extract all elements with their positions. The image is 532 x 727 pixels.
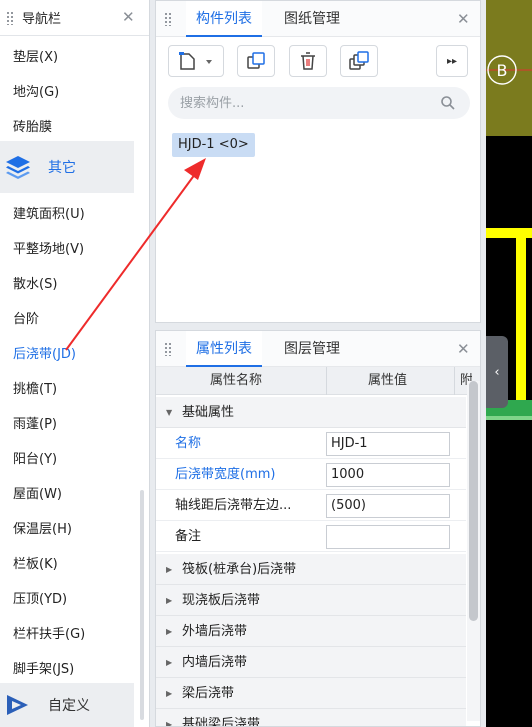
property-name: 备注 bbox=[175, 529, 202, 544]
navigation-panel: 导航栏 ✕ 垫层(X) 地沟(G) 砖胎膜 其它 建筑面积(U) 平整场地(V)… bbox=[0, 0, 150, 727]
property-value-input[interactable]: (500) bbox=[326, 494, 450, 518]
nav-item-eave[interactable]: 挑檐(T) bbox=[13, 378, 57, 397]
drag-grip-icon[interactable] bbox=[164, 342, 172, 356]
property-row-remark: 备注 bbox=[156, 521, 466, 552]
nav-group-custom-label: 自定义 bbox=[48, 698, 90, 714]
section-slab-post-pour[interactable]: ▶ 现浇板后浇带 bbox=[156, 585, 466, 616]
section-label: 基础梁后浇带 bbox=[182, 717, 261, 727]
duplicate-layer-button[interactable] bbox=[340, 45, 378, 77]
section-label: 梁后浇带 bbox=[182, 686, 235, 701]
nav-item-canopy[interactable]: 雨蓬(P) bbox=[13, 413, 57, 432]
nav-title: 导航栏 bbox=[22, 12, 62, 27]
section-interior-wall-post-pour[interactable]: ▶ 内墙后浇带 bbox=[156, 647, 466, 678]
column-divider bbox=[454, 367, 455, 395]
section-basic-properties[interactable]: ▼ 基础属性 bbox=[156, 397, 466, 428]
property-table-header: 属性名称 属性值 附 bbox=[156, 367, 480, 395]
tab-component-list[interactable]: 构件列表 bbox=[186, 1, 262, 37]
scrollbar-thumb[interactable] bbox=[469, 381, 478, 621]
nav-item-steps[interactable]: 台阶 bbox=[13, 308, 39, 327]
column-header-value: 属性值 bbox=[368, 373, 408, 388]
column-header-name: 属性名称 bbox=[210, 373, 263, 388]
nav-item-railing[interactable]: 栏杆扶手(G) bbox=[13, 623, 85, 642]
nav-item-balcony[interactable]: 阳台(Y) bbox=[13, 448, 57, 467]
more-tools-button[interactable]: ▸▸ bbox=[436, 45, 468, 77]
copy-component-button[interactable] bbox=[237, 45, 275, 77]
property-panel-header: 属性列表 图层管理 ✕ bbox=[156, 331, 480, 367]
nav-item-trench[interactable]: 地沟(G) bbox=[13, 81, 59, 100]
drag-grip-icon[interactable] bbox=[6, 10, 14, 25]
component-panel-header: 构件列表 图纸管理 ✕ bbox=[156, 1, 480, 37]
nav-item-apron[interactable]: 散水(S) bbox=[13, 273, 57, 292]
section-label: 基础属性 bbox=[182, 405, 235, 420]
property-name: 名称 bbox=[175, 436, 202, 451]
tab-drawing-management[interactable]: 图纸管理 bbox=[284, 1, 340, 37]
expand-right-icon: ▶ bbox=[166, 596, 173, 605]
double-chevron-right-icon: ▸▸ bbox=[446, 55, 458, 67]
property-value-input[interactable] bbox=[326, 525, 450, 549]
property-name: 轴线距后浇带左边... bbox=[175, 498, 292, 513]
property-panel-close-icon[interactable]: ✕ bbox=[457, 340, 470, 358]
section-exterior-wall-post-pour[interactable]: ▶ 外墙后浇带 bbox=[156, 616, 466, 647]
nav-item-coping[interactable]: 压顶(YD) bbox=[13, 588, 67, 607]
nav-item-brick-mold[interactable]: 砖胎膜 bbox=[13, 116, 52, 135]
section-beam-post-pour[interactable]: ▶ 梁后浇带 bbox=[156, 678, 466, 709]
chevron-left-icon: ‹ bbox=[494, 364, 500, 380]
section-label: 内墙后浇带 bbox=[182, 655, 248, 670]
drag-grip-icon[interactable] bbox=[164, 12, 172, 26]
property-name: 后浇带宽度(mm) bbox=[175, 467, 276, 482]
layers-icon bbox=[6, 156, 30, 179]
component-panel-close-icon[interactable]: ✕ bbox=[457, 10, 470, 28]
expand-right-icon: ▶ bbox=[166, 627, 173, 636]
property-value-input[interactable]: 1000 bbox=[326, 463, 450, 487]
new-file-icon bbox=[179, 52, 212, 70]
expand-down-icon: ▼ bbox=[166, 408, 173, 417]
property-row-offset: 轴线距后浇带左边... (500) bbox=[156, 490, 466, 521]
section-label: 现浇板后浇带 bbox=[182, 593, 261, 608]
tab-property-list[interactable]: 属性列表 bbox=[186, 331, 262, 367]
layer-copy-icon bbox=[349, 51, 369, 70]
section-label: 外墙后浇带 bbox=[182, 624, 248, 639]
property-value-input[interactable]: HJD-1 bbox=[326, 432, 450, 456]
nav-group-other-label: 其它 bbox=[48, 160, 76, 176]
nav-item-parapet[interactable]: 栏板(K) bbox=[13, 553, 58, 572]
nav-item-insulation[interactable]: 保温层(H) bbox=[13, 518, 72, 537]
nav-item-scaffold[interactable]: 脚手架(JS) bbox=[13, 658, 74, 677]
expand-right-icon: ▶ bbox=[166, 658, 173, 667]
nav-item-building-area[interactable]: 建筑面积(U) bbox=[13, 203, 85, 222]
axis-label-b: B bbox=[497, 61, 508, 80]
yellow-wall-right bbox=[516, 228, 526, 408]
column-divider bbox=[326, 367, 327, 395]
tab-layer-management[interactable]: 图层管理 bbox=[284, 331, 340, 367]
section-label: 筏板(桩承台)后浇带 bbox=[182, 562, 297, 577]
expand-right-icon: ▶ bbox=[166, 565, 173, 574]
property-panel: 属性列表 图层管理 ✕ 属性名称 属性值 附 ▼ 基础属性 名称 HJD-1 后… bbox=[155, 330, 481, 727]
component-panel: 构件列表 图纸管理 ✕ ▸▸ HJD-1 bbox=[155, 0, 481, 323]
trash-icon bbox=[301, 52, 315, 70]
green-strip-edge bbox=[486, 416, 532, 420]
collapse-panel-button[interactable]: ‹ bbox=[486, 336, 508, 408]
property-row-name: 名称 HJD-1 bbox=[156, 428, 466, 459]
nav-scrollbar[interactable] bbox=[140, 490, 144, 720]
nav-item-cushion[interactable]: 垫层(X) bbox=[13, 46, 58, 65]
search-component-input[interactable] bbox=[168, 87, 470, 119]
nav-item-roof[interactable]: 屋面(W) bbox=[13, 483, 62, 502]
nav-item-site-leveling[interactable]: 平整场地(V) bbox=[13, 238, 84, 257]
search-icon[interactable] bbox=[440, 95, 456, 111]
delete-component-button[interactable] bbox=[289, 45, 327, 77]
component-item-hjd1[interactable]: HJD-1 <0> bbox=[172, 133, 255, 157]
nav-item-post-pour-strip[interactable]: 后浇带(JD) bbox=[13, 343, 76, 362]
olive-region bbox=[486, 0, 532, 136]
copy-icon bbox=[247, 52, 265, 69]
expand-right-icon: ▶ bbox=[166, 720, 173, 727]
property-row-width: 后浇带宽度(mm) 1000 bbox=[156, 459, 466, 490]
expand-right-icon: ▶ bbox=[166, 689, 173, 698]
section-raft-post-pour[interactable]: ▶ 筏板(桩承台)后浇带 bbox=[156, 554, 466, 585]
new-component-button[interactable] bbox=[168, 45, 224, 77]
nav-close-icon[interactable]: ✕ bbox=[122, 8, 135, 26]
nav-group-other[interactable]: 其它 bbox=[0, 141, 134, 193]
property-scrollbar[interactable] bbox=[467, 381, 480, 721]
custom-triangle-icon bbox=[7, 695, 28, 715]
nav-group-custom[interactable]: 自定义 bbox=[0, 683, 134, 727]
section-foundation-beam-post-pour[interactable]: ▶ 基础梁后浇带 bbox=[156, 709, 466, 727]
